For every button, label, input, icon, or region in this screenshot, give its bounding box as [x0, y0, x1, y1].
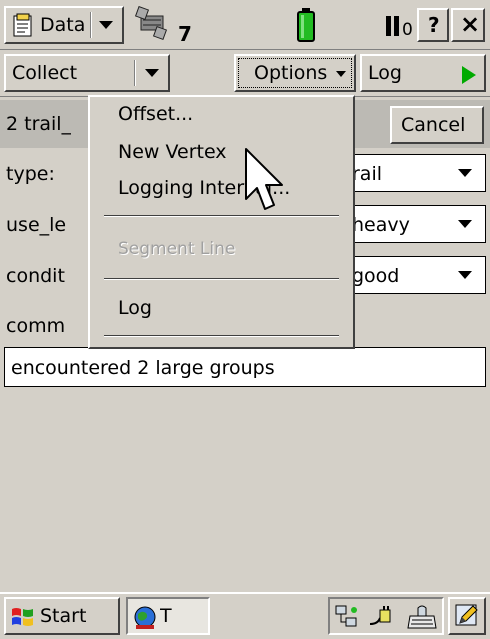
network-icon[interactable]: [334, 604, 360, 630]
cancel-button[interactable]: Cancel: [390, 106, 484, 144]
menu-item-offset-label: Offset...: [118, 103, 194, 125]
menu-separator: [104, 215, 339, 217]
battery-icon: [297, 8, 315, 42]
chevron-down-icon: [458, 220, 472, 228]
type-value: rail: [352, 163, 383, 185]
condition-select[interactable]: good: [345, 256, 486, 294]
collect-button[interactable]: Collect: [4, 54, 170, 92]
menu-item-log[interactable]: Log: [90, 297, 353, 329]
log-button-label: Log: [368, 62, 402, 84]
start-button-label: Start: [40, 605, 87, 627]
field-label-type: type:: [6, 163, 55, 185]
chevron-down-icon[interactable]: [145, 69, 159, 77]
play-icon: [462, 66, 476, 84]
divider: [134, 60, 136, 86]
notes-button[interactable]: [448, 597, 486, 635]
field-label-use-level: use_le: [6, 214, 67, 236]
form-title: 2 trail_: [6, 113, 72, 135]
menu-item-logging-interval[interactable]: Logging Interval...: [90, 177, 353, 209]
task-button-label: T: [160, 605, 172, 627]
help-icon: ?: [428, 13, 440, 37]
menu-separator: [104, 278, 339, 280]
chevron-down-icon: [458, 169, 472, 177]
satellite-count: 7: [178, 22, 192, 46]
start-button[interactable]: Start: [4, 597, 120, 635]
chevron-down-icon[interactable]: [99, 21, 113, 29]
condition-value: good: [352, 265, 400, 287]
menu-item-log-label: Log: [118, 297, 152, 319]
system-tray: [328, 597, 444, 635]
menu-item-segment-line: Segment Line: [90, 239, 353, 271]
menu-separator: [104, 335, 339, 337]
power-plug-icon[interactable]: [368, 604, 396, 630]
task-button[interactable]: T: [126, 597, 210, 635]
close-icon: ×: [460, 10, 481, 38]
chevron-down-icon: [458, 271, 472, 279]
chevron-down-icon: [336, 71, 346, 77]
options-button-label: Options: [254, 62, 328, 84]
mouse-cursor-icon: [245, 148, 283, 210]
globe-app-icon: [134, 606, 156, 629]
cancel-button-label: Cancel: [401, 114, 466, 136]
collect-button-label: Collect: [12, 62, 78, 84]
menu-item-segment-line-label: Segment Line: [118, 239, 236, 259]
satellite-icon: [135, 6, 168, 41]
comment-value: encountered 2 large groups: [11, 357, 275, 379]
divider: [90, 12, 92, 38]
comment-input[interactable]: encountered 2 large groups: [4, 347, 486, 387]
keyboard-icon[interactable]: [406, 604, 438, 630]
field-label-comment: comm: [6, 315, 66, 337]
menu-item-new-vertex[interactable]: New Vertex: [90, 141, 353, 173]
document-icon: [13, 13, 32, 37]
signal-icon: [386, 16, 399, 36]
options-menu: Offset... New Vertex Logging Interval...…: [88, 95, 355, 349]
help-button[interactable]: ?: [417, 8, 449, 42]
data-button-label: Data: [40, 14, 86, 36]
data-button[interactable]: Data: [4, 6, 124, 44]
menu-item-new-vertex-label: New Vertex: [118, 141, 227, 163]
field-label-condition: condit: [6, 265, 65, 287]
use-level-value: heavy: [352, 214, 410, 236]
edit-pencil-icon: [455, 604, 478, 626]
type-select[interactable]: rail: [345, 154, 486, 192]
signal-value: 0: [402, 20, 413, 40]
options-button[interactable]: Options: [234, 54, 356, 92]
menu-item-offset[interactable]: Offset...: [90, 103, 353, 135]
windows-logo-icon: [12, 608, 33, 626]
log-button[interactable]: Log: [360, 54, 486, 92]
close-button[interactable]: ×: [451, 8, 485, 42]
use-level-select[interactable]: heavy: [345, 205, 486, 243]
